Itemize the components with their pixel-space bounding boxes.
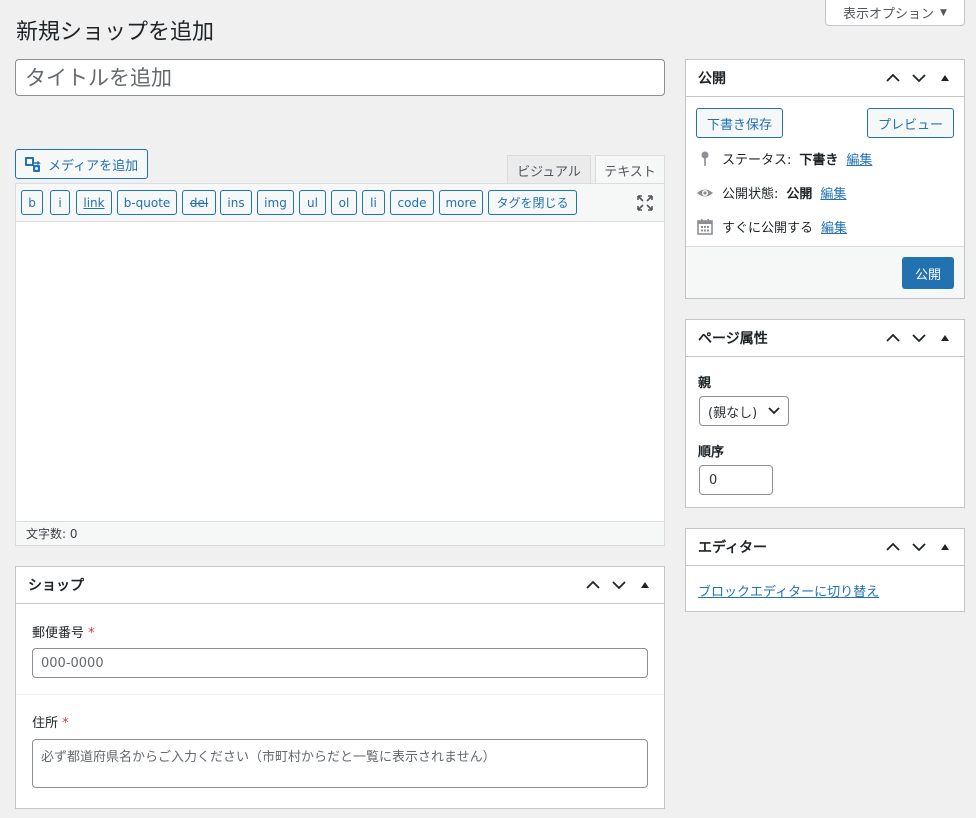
status-value: 下書き	[799, 153, 839, 168]
quicktag-code[interactable]: code	[390, 190, 434, 215]
collapse-triangle-icon[interactable]	[634, 574, 656, 596]
visibility-value: 公開	[786, 187, 813, 202]
edit-schedule-link[interactable]: 編集	[821, 217, 847, 236]
schedule-row: すぐに公開する 編集	[696, 217, 847, 236]
editor-metabox: エディター ブロックエディターに切り替え	[685, 528, 965, 612]
quicktag-i[interactable]: i	[50, 190, 70, 215]
media-icon	[25, 157, 41, 172]
shop-metabox-header: ショップ	[16, 567, 664, 604]
screen-options-label: 表示オプション	[843, 7, 935, 22]
chevron-down-icon[interactable]	[908, 536, 930, 558]
required-mark: *	[88, 626, 95, 641]
chevron-down-icon	[768, 407, 780, 415]
quicktags-toolbar: b i link b-quote del ins img ul ol li co…	[16, 184, 664, 222]
page-attributes-metabox: ページ属性 親 (親なし) 順序 0	[685, 319, 965, 508]
fullscreen-icon[interactable]	[636, 194, 654, 212]
pin-icon	[701, 151, 709, 166]
publish-metabox: 公開 下書き保存 プレビュー ステータス: 下書き 編集 公開状態: 公開 編集	[685, 59, 965, 299]
postal-code-label: 郵便番号 *	[32, 622, 95, 641]
tab-visual[interactable]: ビジュアル	[507, 155, 591, 184]
status-row: ステータス: 下書き 編集	[696, 149, 872, 168]
order-label: 順序	[698, 445, 725, 460]
visibility-row: 公開状態: 公開 編集	[696, 183, 846, 202]
collapse-triangle-icon[interactable]	[934, 67, 956, 89]
quicktag-ul[interactable]: ul	[299, 190, 326, 215]
preview-button[interactable]: プレビュー	[867, 108, 954, 138]
divider	[16, 694, 664, 695]
screen-options-button[interactable]: 表示オプション ▼	[825, 0, 965, 26]
order-input[interactable]: 0	[699, 465, 773, 495]
publish-actions: 公開	[686, 246, 964, 298]
calendar-icon	[697, 218, 713, 235]
publish-metabox-title: 公開	[698, 71, 726, 87]
chevron-up-icon[interactable]	[882, 536, 904, 558]
quicktag-link[interactable]: link	[76, 190, 112, 215]
word-count-text: 文字数: 0	[26, 527, 78, 541]
status-label: ステータス:	[722, 153, 792, 168]
quicktag-more[interactable]: more	[439, 190, 483, 215]
collapse-triangle-icon[interactable]	[934, 536, 956, 558]
quicktag-close-tags[interactable]: タグを閉じる	[488, 190, 577, 215]
tab-text[interactable]: テキスト	[595, 155, 665, 185]
switch-block-editor-link[interactable]: ブロックエディターに切り替え	[698, 581, 879, 600]
quicktag-ol[interactable]: ol	[331, 190, 357, 215]
editor-textarea[interactable]	[16, 222, 664, 522]
quicktag-img[interactable]: img	[257, 190, 294, 215]
parent-select[interactable]: (親なし)	[699, 396, 789, 426]
required-mark: *	[62, 716, 69, 731]
word-count: 文字数: 0	[16, 521, 664, 545]
address-textarea[interactable]	[32, 739, 648, 788]
address-label-text: 住所	[32, 716, 59, 731]
edit-visibility-link[interactable]: 編集	[820, 183, 846, 202]
page-attributes-title: ページ属性	[698, 331, 768, 347]
chevron-down-icon[interactable]	[608, 574, 630, 596]
add-media-button[interactable]: メディアを追加	[15, 149, 148, 179]
edit-status-link[interactable]: 編集	[846, 149, 872, 168]
quicktag-li[interactable]: li	[362, 190, 385, 215]
visibility-label: 公開状態:	[722, 187, 779, 202]
shop-metabox-title: ショップ	[28, 578, 84, 594]
chevron-down-icon[interactable]	[908, 67, 930, 89]
order-value: 0	[709, 472, 718, 488]
caret-down-icon: ▼	[940, 7, 947, 18]
post-title-input[interactable]	[15, 59, 665, 96]
chevron-up-icon[interactable]	[582, 574, 604, 596]
quicktag-b[interactable]: b	[21, 190, 43, 215]
eye-icon	[697, 189, 713, 196]
postal-code-label-text: 郵便番号	[32, 626, 85, 641]
schedule-label: すぐに公開する	[722, 221, 814, 236]
page-attributes-header: ページ属性	[686, 320, 964, 357]
publish-metabox-header: 公開	[686, 60, 964, 97]
chevron-up-icon[interactable]	[882, 67, 904, 89]
add-media-label: メディアを追加	[48, 158, 139, 174]
quicktag-b-quote[interactable]: b-quote	[117, 190, 177, 215]
shop-metabox: ショップ 郵便番号 * 住所 *	[15, 566, 665, 809]
content-editor: b i link b-quote del ins img ul ol li co…	[15, 183, 665, 546]
parent-select-value: (親なし)	[708, 405, 758, 421]
editor-metabox-header: エディター	[686, 529, 964, 566]
publish-button[interactable]: 公開	[902, 257, 954, 289]
parent-label: 親	[698, 376, 712, 391]
quicktag-del[interactable]: del	[182, 190, 216, 215]
postal-code-input[interactable]	[32, 648, 648, 678]
address-label: 住所 *	[32, 712, 69, 731]
editor-metabox-title: エディター	[698, 540, 768, 556]
page-title: 新規ショップを追加	[16, 20, 215, 45]
chevron-down-icon[interactable]	[908, 327, 930, 349]
save-draft-button[interactable]: 下書き保存	[696, 108, 783, 138]
chevron-up-icon[interactable]	[882, 327, 904, 349]
collapse-triangle-icon[interactable]	[934, 327, 956, 349]
quicktag-ins[interactable]: ins	[220, 190, 252, 215]
